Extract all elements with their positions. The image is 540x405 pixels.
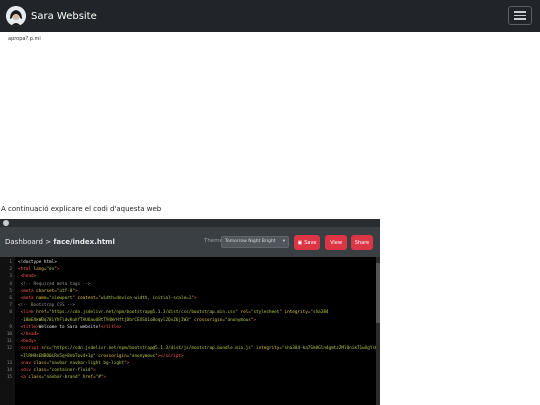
code-line: 5 <meta charset="utf-8">	[0, 288, 78, 295]
code-line: 13 <nav class="navbar navbar-light bg-li…	[0, 360, 129, 367]
code-text: <nav class="navbar navbar-light bg-light…	[20, 360, 130, 366]
editor-scrollbar-thumb	[376, 263, 380, 323]
code-area: 1 <!doctype html> 2 <html lang="en"> 3 <head…	[0, 257, 380, 405]
line-number: 15	[6, 375, 12, 381]
code-text: <meta charset="utf-8">	[20, 288, 78, 294]
line-number: 10	[6, 332, 12, 337]
code-line: 12 <script src="https://cdn.jsdelivr.net…	[0, 345, 380, 352]
breadcrumb: Dashboard > face/index.html	[5, 238, 115, 246]
hamburger-icon	[514, 11, 526, 13]
code-line: 14 <div class="container-fluid">	[0, 367, 96, 374]
line-number: 9	[9, 324, 12, 330]
navbar: Sara Website	[0, 0, 540, 32]
line-number: 14	[6, 368, 12, 373]
editor-toolbar: Dashboard > face/index.html Theme Tomorr…	[0, 227, 380, 257]
line-number: 6	[9, 296, 12, 301]
code-line: 7 <!-- Bootstrap CSS -->	[0, 302, 75, 309]
code-line: +IlRH9sENBO0LRn5q+8nbTov4+1p" crossorigi…	[0, 353, 184, 360]
editor-scrollbar	[376, 257, 380, 405]
code-text: <head>	[20, 274, 37, 280]
code-line: 8 <link href="https://cdn.jsdelivr.net/n…	[0, 309, 329, 316]
code-text: <script src="https://cdn.jsdelivr.net/np…	[20, 346, 380, 352]
breadcrumb-file: face/index.html	[53, 238, 115, 246]
code-line: 1 <!doctype html>	[0, 259, 57, 266]
line-number: 7	[9, 303, 12, 309]
code-text: +IlRH9sENBO0LRn5q+8nbTov4+1p" crossorigi…	[20, 353, 184, 359]
navbar-brand-link[interactable]: Sara Website	[6, 6, 97, 26]
brand-name: Sara Website	[31, 10, 97, 22]
line-number: 13	[6, 360, 12, 366]
code-text: </head>	[20, 332, 39, 337]
line-number: 3	[9, 274, 12, 280]
screenshot-top-strip	[0, 219, 380, 227]
small-page-text: apropa?.p.mi	[8, 36, 41, 42]
save-icon: ▣	[297, 239, 303, 246]
code-text: <title>Welcome to Sara website!</title>	[20, 324, 122, 330]
save-button: ▣ Save	[294, 235, 320, 250]
theme-select: Tomorrow Night Bright ▾	[221, 236, 289, 248]
line-number: 4	[9, 281, 12, 287]
code-text: <!doctype html>	[18, 260, 57, 265]
line-number: 8	[9, 310, 12, 316]
code-line: 6 <meta name="viewport" content="width=d…	[0, 295, 197, 302]
code-text: <html lang="en">	[18, 267, 60, 273]
line-number: 2	[9, 267, 12, 273]
code-editor-screenshot: Dashboard > face/index.html Theme Tomorr…	[0, 219, 380, 405]
brand-logo-avatar	[6, 6, 26, 26]
line-number: 11	[6, 339, 12, 345]
breadcrumb-prefix: Dashboard >	[5, 238, 52, 246]
code-text: -1BmE4kWBq78iYhFldvKuhfTAU6auU8tT94WrHft…	[20, 317, 257, 323]
window-icon	[3, 220, 9, 226]
code-line: 3 <head>	[0, 273, 36, 280]
navbar-toggler-button[interactable]	[508, 6, 532, 25]
code-text: <meta name="viewport" content="width=dev…	[20, 296, 197, 301]
intro-paragraph: A continuació explicare el codi d'aquest…	[1, 205, 162, 213]
code-line: 11 <body>	[0, 338, 36, 345]
code-text: <body>	[20, 339, 37, 345]
code-line: 2 <html lang="en">	[0, 266, 59, 273]
line-number: 5	[9, 288, 12, 294]
code-text: <div class="container-fluid">	[20, 368, 96, 373]
caret-down-icon: ▾	[282, 239, 285, 244]
view-button: View	[325, 235, 347, 250]
theme-select-value: Tomorrow Night Bright	[225, 239, 276, 244]
code-text: <!-- Required meta tags -->	[20, 281, 91, 287]
code-line: 4 <!-- Required meta tags -->	[0, 281, 90, 288]
code-line: -1BmE4kWBq78iYhFldvKuhfTAU6auU8tT94WrHft…	[0, 317, 256, 324]
share-button: Share	[351, 235, 373, 250]
code-line: 9 <title>Welcome to Sara website!</title…	[0, 324, 122, 331]
line-number: 12	[6, 346, 12, 352]
code-text: <!-- Bootstrap CSS -->	[18, 303, 75, 309]
line-number: 1	[9, 260, 12, 265]
code-line: 10 </head>	[0, 331, 39, 338]
code-text: <link href="https://cdn.jsdelivr.net/npm…	[20, 310, 329, 316]
code-text: <a class="navbar-brand" href="#">	[20, 375, 107, 381]
code-line: 15 <a class="navbar-brand" href="#">	[0, 374, 106, 381]
